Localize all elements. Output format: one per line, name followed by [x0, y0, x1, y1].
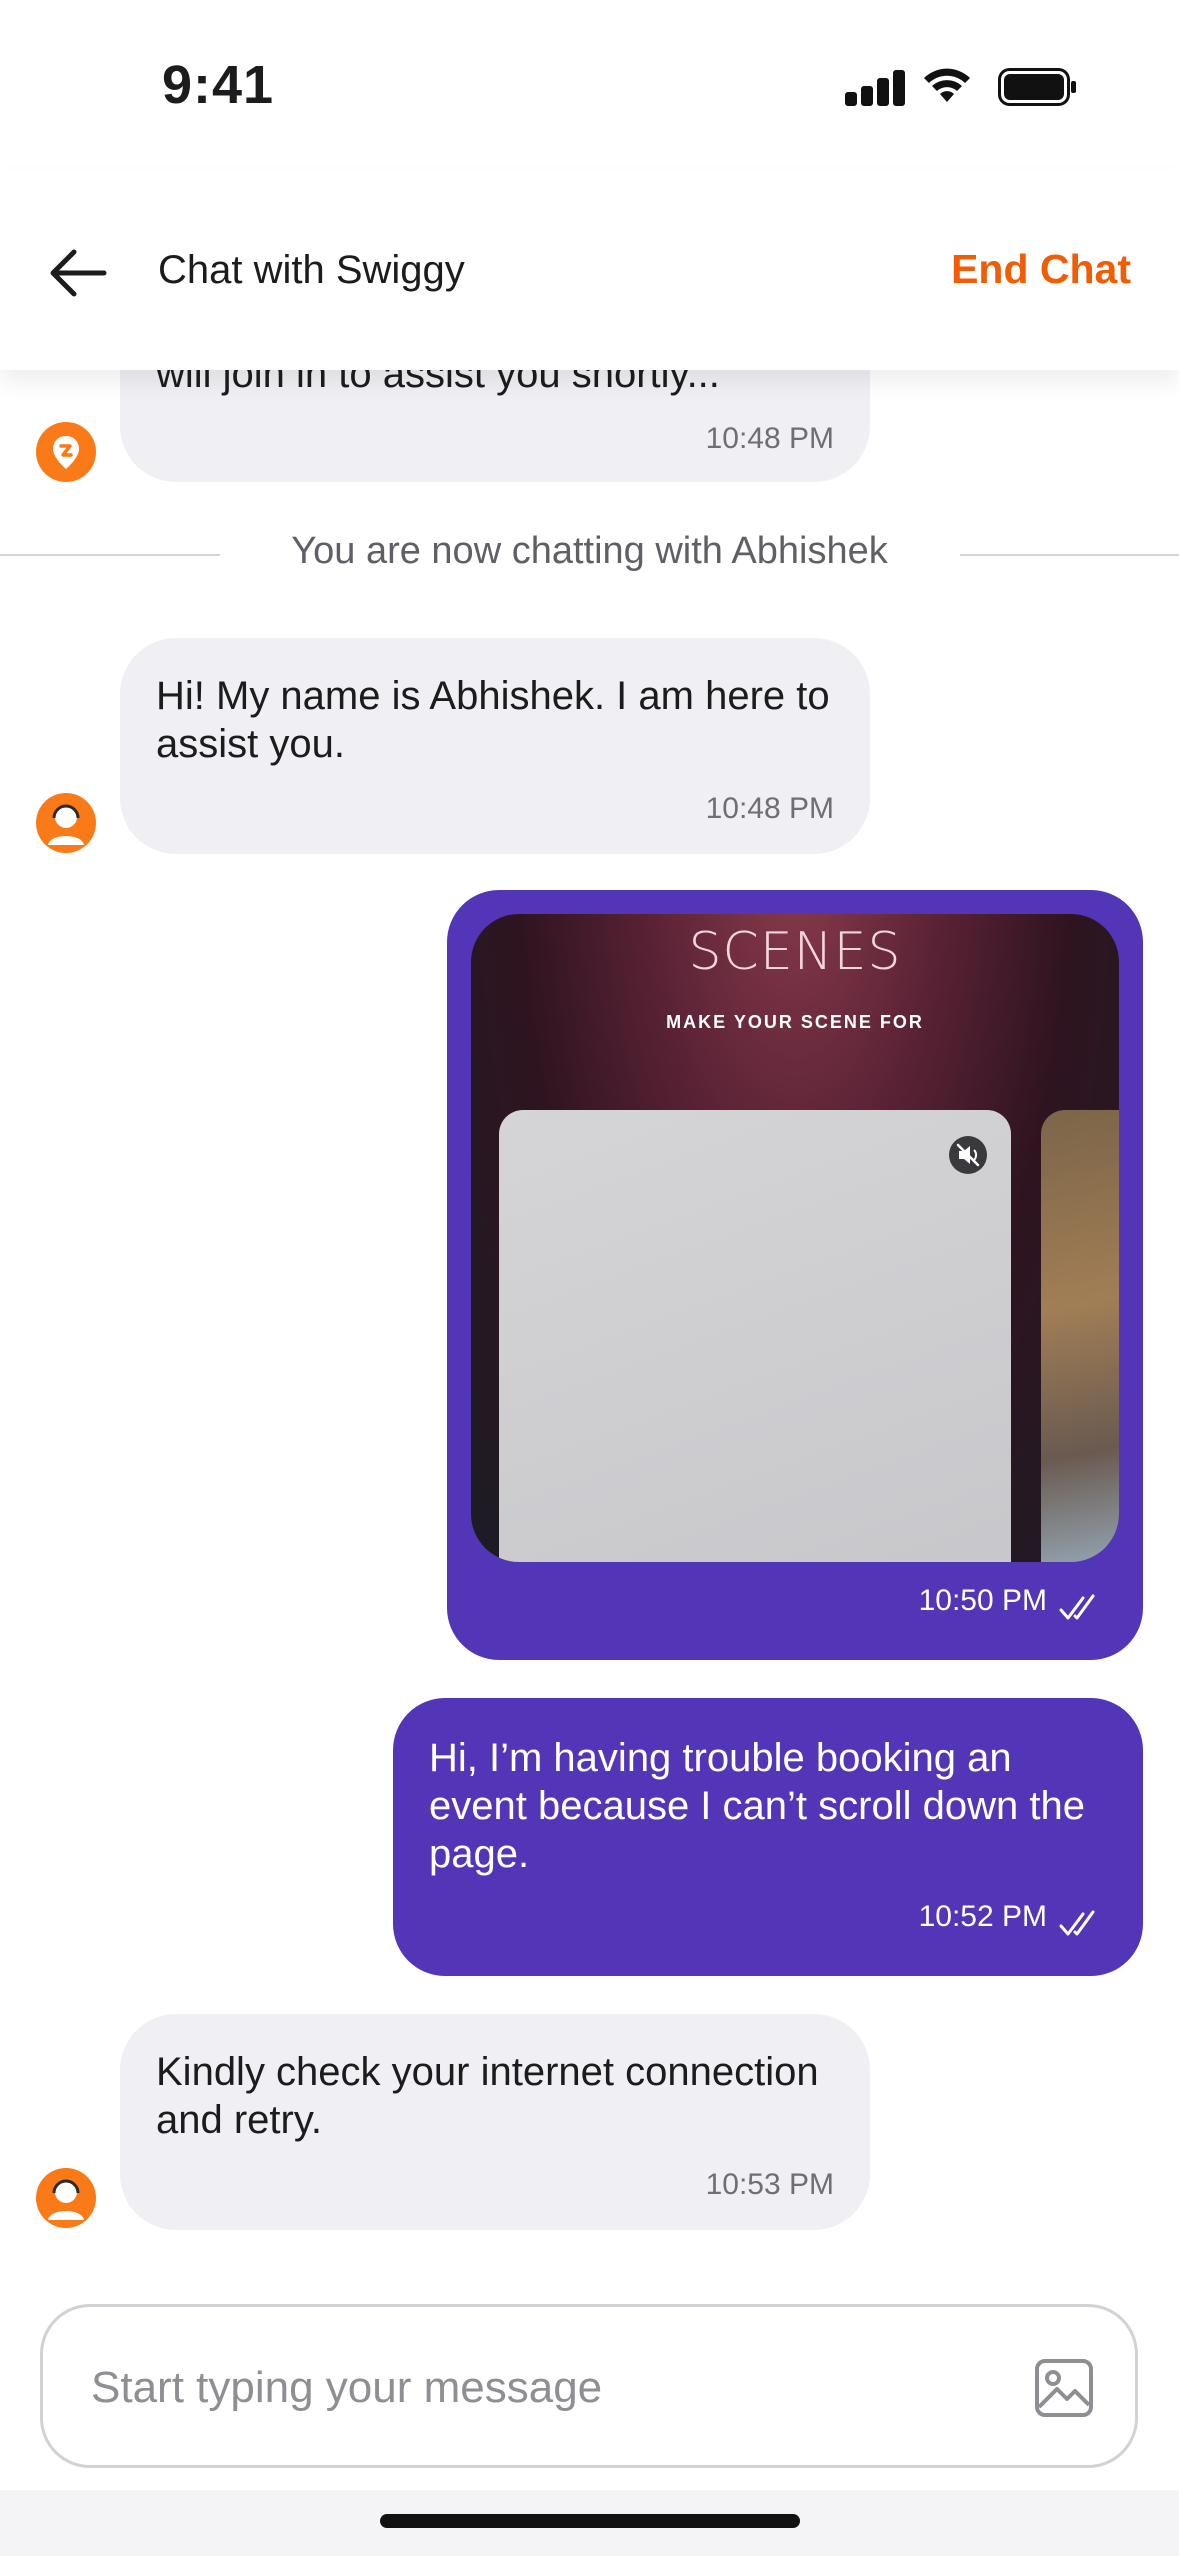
cellular-signal-icon — [845, 66, 905, 106]
message-time: 10:48 PM — [705, 422, 834, 455]
media-card-next — [1041, 1110, 1119, 1562]
agent-avatar-icon — [36, 793, 96, 853]
mute-icon[interactable] — [949, 1136, 987, 1174]
agent-message-bubble: Kindly check your internet connection an… — [120, 2014, 870, 2230]
swiggy-logo-icon — [36, 422, 96, 482]
message-composer — [40, 2304, 1138, 2468]
agent-message-bubble: Hi! My name is Abhishek. I am here to as… — [120, 638, 870, 854]
message-text: Hi, I’m having trouble booking an event … — [429, 1736, 1085, 1876]
media-card — [499, 1110, 1011, 1562]
message-time: 10:53 PM — [705, 2168, 834, 2201]
message-time: 10:52 PM — [918, 1900, 1047, 1933]
home-indicator[interactable] — [380, 2514, 800, 2528]
message-text: Kindly check your internet connection an… — [156, 2050, 819, 2142]
status-time: 9:41 — [162, 55, 275, 115]
wifi-icon — [924, 68, 970, 102]
chat-header: Chat with Swiggy End Chat — [0, 170, 1179, 370]
message-text: Hi! My name is Abhishek. I am here to as… — [156, 674, 830, 766]
double-check-icon — [1059, 1594, 1095, 1620]
agent-avatar-icon — [36, 2168, 96, 2228]
message-input[interactable] — [89, 2347, 993, 2429]
media-preview[interactable]: SCENES MAKE YOUR SCENE FOR — [471, 914, 1119, 1562]
double-check-icon — [1059, 1910, 1095, 1936]
message-time: 10:48 PM — [705, 792, 834, 825]
status-bar: 9:41 — [0, 0, 1179, 170]
page-title: Chat with Swiggy — [158, 248, 465, 292]
scenes-subtitle: MAKE YOUR SCENE FOR — [666, 1012, 924, 1032]
end-chat-button[interactable]: End Chat — [951, 246, 1131, 293]
system-notice-text: You are now chatting with Abhishek — [243, 530, 936, 572]
system-notice: You are now chatting with Abhishek — [0, 530, 1179, 573]
message-time: 10:50 PM — [918, 1584, 1047, 1617]
back-arrow-icon[interactable] — [44, 238, 114, 308]
scenes-logo: SCENES — [688, 922, 902, 982]
battery-icon — [998, 68, 1076, 106]
user-message-bubble: Hi, I’m having trouble booking an event … — [393, 1698, 1143, 1976]
image-icon[interactable] — [1033, 2357, 1095, 2419]
